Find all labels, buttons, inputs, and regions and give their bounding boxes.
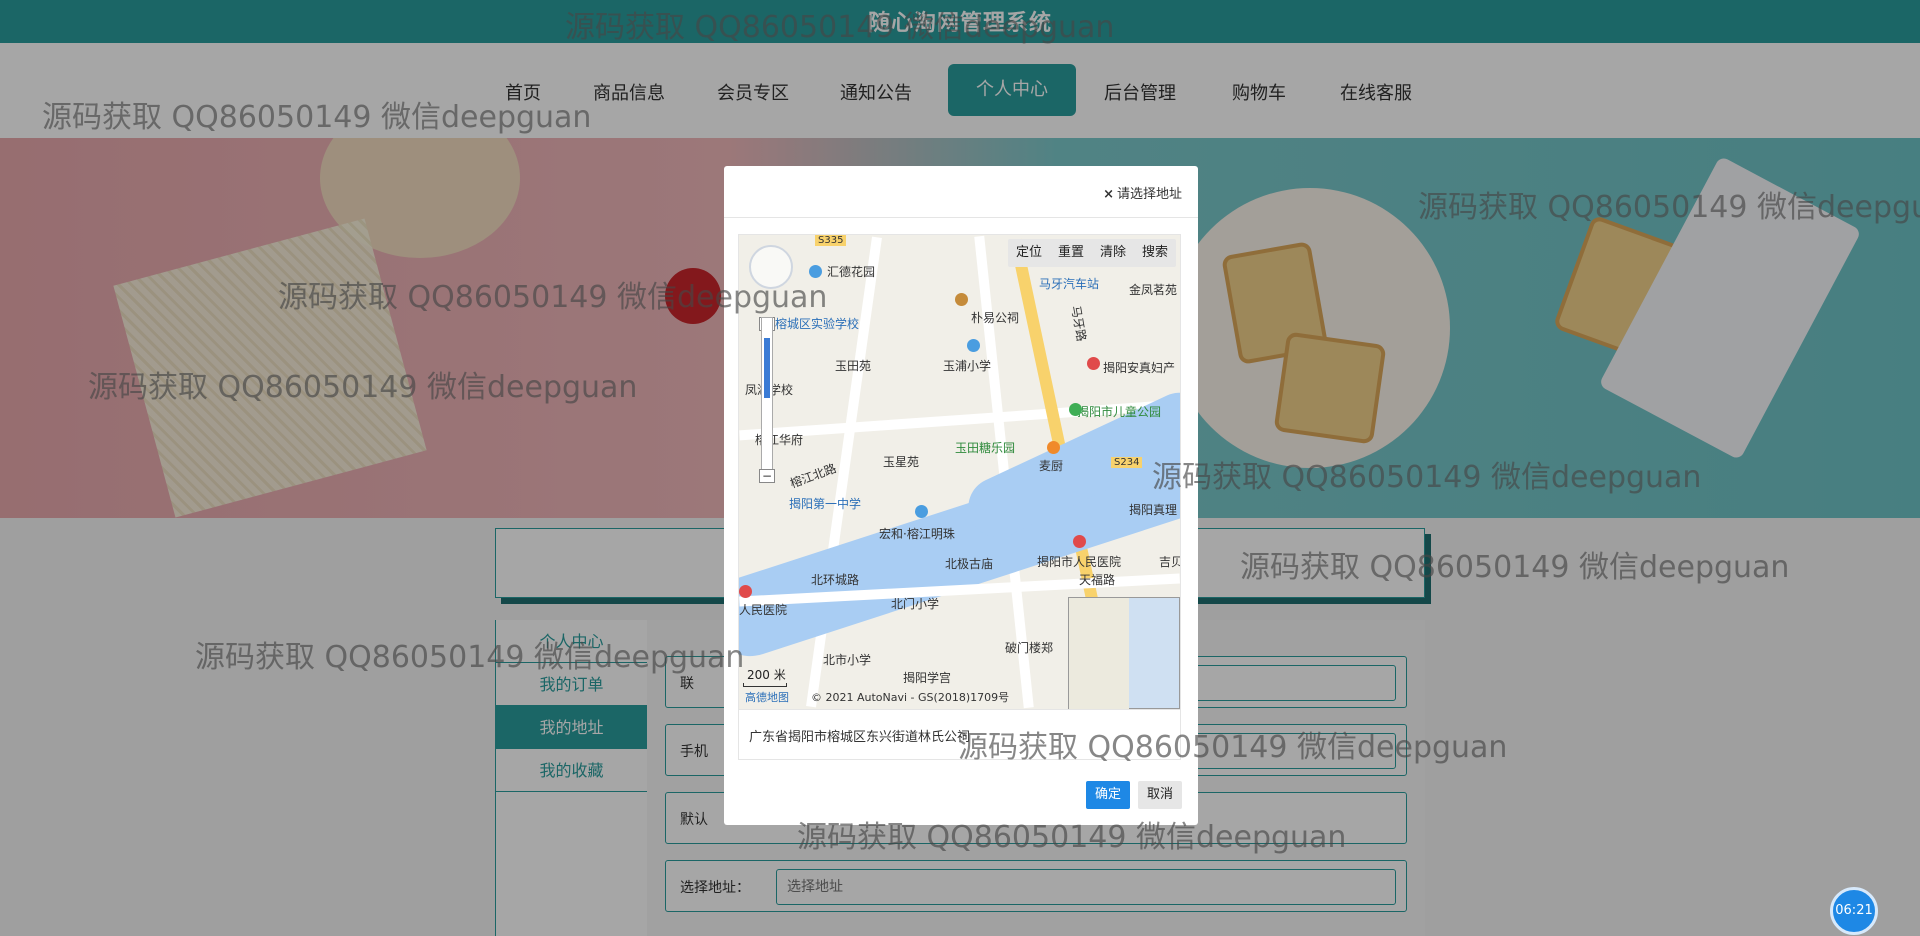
floating-clock-button[interactable]: 06:21 [1830,887,1878,935]
map-poi: 玉浦小学 [943,359,992,373]
reset-button[interactable]: 重置 [1050,239,1092,267]
poi-marker-icon [809,265,822,278]
poi-marker-icon [915,505,928,518]
map-poi: 揭阳真理 [1129,503,1178,517]
map-poi: 破门楼郑 [1005,641,1054,655]
map-scale-bar [743,683,787,687]
map-scale-label: 200 米 [747,668,786,682]
map-poi: 北极古庙 [945,557,994,571]
map-road-label: 榕江北路 [788,461,839,491]
poi-marker-icon [1047,441,1060,454]
selected-address: 广东省揭阳市榕城区东兴街道林氏公祠 [739,709,1180,759]
map-road-label: 马牙路 [1068,304,1089,343]
map-poi: 揭阳学宫 [903,671,952,685]
map-poi: 揭阳安真妇产 [1103,361,1176,375]
cancel-button[interactable]: 取消 [1138,781,1182,809]
zoom-out-button[interactable]: − [759,469,775,483]
modal-title: 请选择地址 [1116,187,1182,202]
map-poi: 玉星苑 [883,455,920,469]
zoom-slider[interactable] [761,317,773,477]
poi-marker-icon [967,339,980,352]
poi-marker-icon [739,585,752,598]
map-poi: 人民医院 [739,603,788,617]
map-poi: 北市小学 [823,653,872,667]
map-poi: 吉贝 [1159,555,1180,569]
address-picker-modal: × 请选择地址 汇德花园 榕城区实验学校 朴易公祠 马牙汽车站 金凤茗苑 玉田苑 … [724,166,1198,825]
map-poi: 北门小学 [891,597,940,611]
map-poi: 玉田苑 [835,359,872,373]
map-poi: 揭阳市人民医院 [1037,555,1122,569]
minimap-land [1069,598,1129,709]
compass-icon[interactable] [749,245,793,289]
map-poi: 揭阳第一中学 [789,497,862,511]
map-poi: 汇德花园 [827,265,876,279]
map-poi: 麦厨 [1039,459,1064,473]
map-poi: 揭阳市儿童公园 [1077,405,1162,419]
close-icon[interactable]: × [1103,187,1114,202]
modal-header: × 请选择地址 [724,166,1198,218]
map-poi: 宏和·榕江明珠 [879,527,955,541]
map-road-sign: S234 [1111,457,1143,468]
map-poi: 金凤茗苑 [1129,283,1178,297]
modal-title-wrap: × 请选择地址 [1103,183,1182,202]
map-road-sign: S335 [815,235,847,246]
map-poi: 朴易公祠 [971,311,1020,325]
map-view[interactable]: 汇德花园 榕城区实验学校 朴易公祠 马牙汽车站 金凤茗苑 玉田苑 玉浦小学 揭阳… [739,235,1180,709]
map-copyright: © 2021 AutoNavi - GS(2018)1709号 [811,691,1010,704]
map-poi: 北环城路 [811,573,860,587]
map-poi: 榕城区实验学校 [775,317,860,331]
poi-marker-icon [1069,403,1082,416]
map-poi: 马牙汽车站 [1039,277,1100,291]
map-poi: 天福路 [1079,573,1116,587]
search-button[interactable]: 搜索 [1134,239,1176,267]
clear-button[interactable]: 清除 [1092,239,1134,267]
overview-minimap[interactable] [1068,597,1180,709]
modal-body: 汇德花园 榕城区实验学校 朴易公祠 马牙汽车站 金凤茗苑 玉田苑 玉浦小学 揭阳… [738,234,1181,760]
locate-button[interactable]: 定位 [1008,239,1050,267]
zoom-slider-fill [764,338,770,398]
poi-marker-icon [955,293,968,306]
map-logo: 高德地图 [745,691,789,704]
poi-marker-icon [1087,357,1100,370]
poi-marker-icon [1073,535,1086,548]
confirm-button[interactable]: 确定 [1086,781,1130,809]
map-poi: 玉田糖乐园 [955,441,1016,455]
map-toolbar: 定位 重置 清除 搜索 [1007,239,1176,267]
